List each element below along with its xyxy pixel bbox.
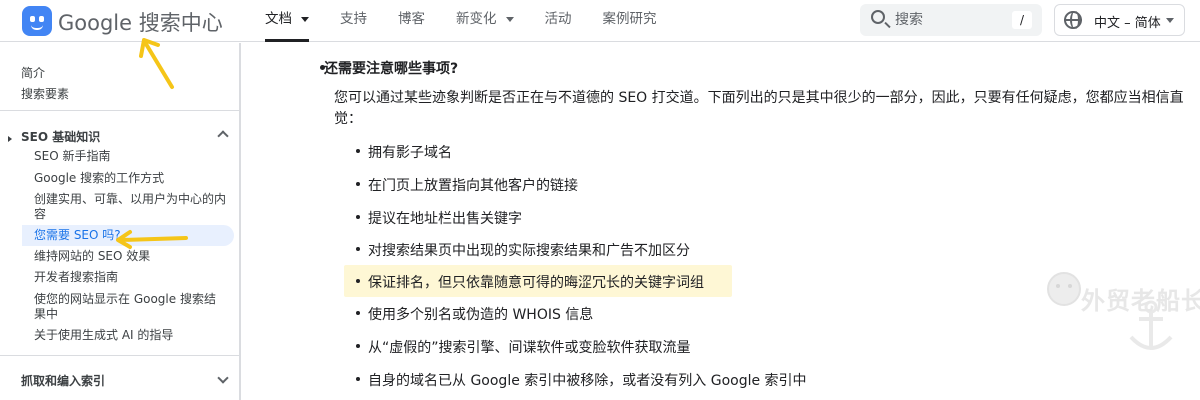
search-box[interactable]: / xyxy=(860,4,1042,36)
nav-support[interactable]: 支持 xyxy=(340,0,367,42)
main-nav: 文档 支持 博客 新变化 活动 案例研究 xyxy=(265,0,688,42)
list-item: 自身的域名已从 Google 索引中被移除，或者没有列入 Google 索引中 xyxy=(368,373,807,389)
nav-events-label: 活动 xyxy=(544,11,572,27)
list-bullet xyxy=(356,149,360,153)
search-shortcut-key: / xyxy=(1012,11,1032,29)
list-bullet xyxy=(356,215,360,219)
chevron-up-icon[interactable] xyxy=(217,130,229,142)
sidebar-divider xyxy=(0,110,239,111)
google-search-central-logo-icon[interactable] xyxy=(22,6,52,36)
globe-icon xyxy=(1064,11,1082,29)
nav-support-label: 支持 xyxy=(340,11,367,27)
sidebar-item-essentials[interactable]: 搜索要素 xyxy=(21,85,69,102)
nav-whats-new[interactable]: 新变化 xyxy=(456,0,514,42)
list-bullet xyxy=(356,344,360,348)
annotation-arrow-left xyxy=(116,230,188,249)
nav-docs-label: 文档 xyxy=(265,11,292,27)
list-item: 拥有影子域名 xyxy=(368,145,452,161)
chevron-down-icon[interactable] xyxy=(217,372,229,384)
annotation-arrow-up xyxy=(139,38,174,89)
sidebar-item-developer-guide[interactable]: 开发者搜索指南 xyxy=(34,270,226,285)
list-item: 使用多个别名或伪造的 WHOIS 信息 xyxy=(368,307,594,323)
language-selector[interactable]: 中文 – 简体 xyxy=(1054,4,1185,36)
list-bullet xyxy=(356,311,360,315)
list-bullet xyxy=(356,377,360,381)
sidebar-divider xyxy=(0,355,239,356)
expand-arrow-icon[interactable] xyxy=(8,136,12,142)
sidebar: 简介 搜索要素 SEO 基础知识 SEO 新手指南 Google 搜索的工作方式… xyxy=(0,43,240,400)
logo-eye xyxy=(39,16,44,22)
sidebar-item-seo-starter-guide[interactable]: SEO 新手指南 xyxy=(34,149,226,164)
sidebar-item-appear-in-search[interactable]: 使您的网站显示在 Google 搜索结果中 xyxy=(34,292,226,322)
chevron-down-icon xyxy=(1166,18,1174,23)
nav-case-studies[interactable]: 案例研究 xyxy=(603,0,657,42)
list-item: 在门页上放置指向其他客户的链接 xyxy=(368,178,578,194)
sidebar-section-seo-basics[interactable]: SEO 基础知识 xyxy=(21,128,100,145)
intro-paragraph: 您可以通过某些迹象判断是否正在与不道德的 SEO 打交道。下面列出的只是其中很少… xyxy=(334,90,1184,127)
list-bullet xyxy=(356,182,360,186)
nav-whats-new-label: 新变化 xyxy=(456,11,497,27)
list-item: 对搜索结果页中出现的实际搜索结果和广告不加区分 xyxy=(368,243,690,259)
list-bullet xyxy=(356,247,360,251)
site-title[interactable]: Google 搜索中心 xyxy=(58,7,223,37)
search-icon xyxy=(871,10,885,24)
sidebar-item-how-search-works[interactable]: Google 搜索的工作方式 xyxy=(34,171,226,186)
sidebar-item-generative-ai[interactable]: 关于使用生成式 AI 的指导 xyxy=(34,328,226,343)
watermark-text: 外贸老船长 xyxy=(1081,287,1200,315)
nav-blog[interactable]: 博客 xyxy=(398,0,425,42)
article-content: 还需要注意哪些事项? 您可以通过某些迹象判断是否正在与不道德的 SEO 打交道。… xyxy=(262,43,1200,400)
sidebar-item-maintain-seo[interactable]: 维持网站的 SEO 效果 xyxy=(34,249,226,264)
nav-blog-label: 博客 xyxy=(398,11,425,27)
nav-case-studies-label: 案例研究 xyxy=(602,11,657,27)
chevron-down-icon xyxy=(505,16,514,22)
chevron-down-icon xyxy=(301,16,309,22)
search-input[interactable] xyxy=(895,9,1005,31)
list-item: 提议在地址栏出售关键字 xyxy=(368,211,522,227)
scroll-gutter xyxy=(240,43,261,400)
watermark-logo: 外贸老船长 xyxy=(1046,259,1200,355)
logo-mouth xyxy=(31,25,43,30)
top-bar: Google 搜索中心 文档 支持 博客 新变化 活动 案例研究 / 中文 – … xyxy=(0,0,1200,42)
sidebar-item-helpful-content[interactable]: 创建实用、可靠、以用户为中心的内容 xyxy=(34,192,226,222)
sidebar-item-intro[interactable]: 简介 xyxy=(21,64,45,81)
nav-events[interactable]: 活动 xyxy=(545,0,572,42)
list-bullet xyxy=(356,279,360,283)
list-item: 从“虚假的”搜索引擎、间谍软件或变脸软件获取流量 xyxy=(368,340,691,356)
sidebar-section-crawling-indexing[interactable]: 抓取和编入索引 xyxy=(21,372,105,389)
list-item-highlighted: 保证排名，但只依靠随意可得的晦涩冗长的关键字词组 xyxy=(368,275,704,291)
language-label: 中文 – 简体 xyxy=(1094,16,1161,31)
logo-eye xyxy=(30,16,35,22)
nav-docs[interactable]: 文档 xyxy=(265,0,309,42)
section-heading: 还需要注意哪些事项? xyxy=(324,61,459,77)
